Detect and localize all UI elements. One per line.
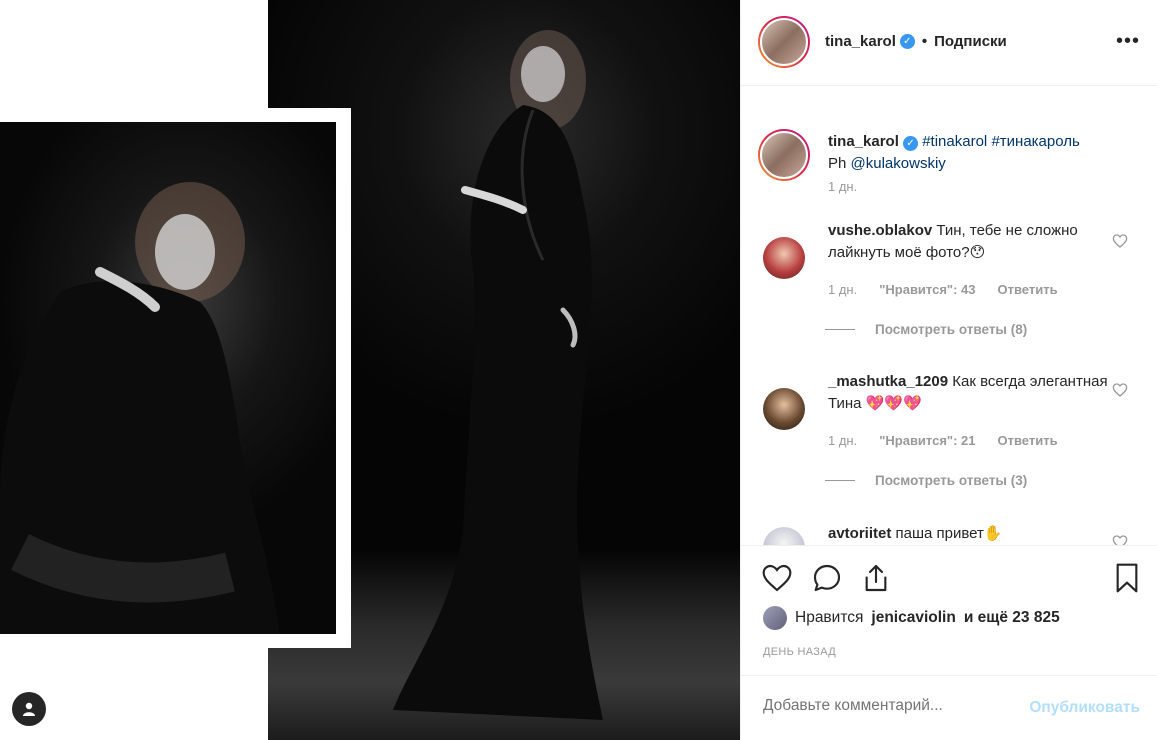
photo-figure-sitting bbox=[0, 182, 280, 634]
user-icon bbox=[23, 702, 35, 716]
liker-avatar[interactable] bbox=[763, 606, 787, 630]
add-comment-bar: Опубликовать bbox=[741, 675, 1157, 740]
comment-likes[interactable]: "Нравится": 43 bbox=[879, 282, 975, 297]
likes-count[interactable]: и ещё 23 825 bbox=[964, 609, 1060, 627]
replies-line bbox=[825, 480, 855, 481]
comment-input[interactable] bbox=[763, 697, 1013, 715]
comment-body: vushe.oblakov Тин, тебе не сложно лайкну… bbox=[828, 220, 1114, 264]
verified-icon: ✓ bbox=[903, 136, 919, 151]
following-button[interactable]: Подписки bbox=[934, 33, 1007, 50]
author-username[interactable]: tina_karol bbox=[825, 33, 896, 50]
mention-link[interactable]: @kulakowskiy bbox=[851, 155, 946, 172]
verified-icon: ✓ bbox=[899, 34, 915, 49]
caption-time[interactable]: 1 дн. bbox=[828, 179, 857, 194]
comment-likes[interactable]: "Нравится": 21 bbox=[879, 433, 975, 448]
like-comment-heart-icon[interactable] bbox=[1112, 382, 1128, 398]
comment-username[interactable]: vushe.oblakov bbox=[828, 222, 932, 239]
likes-prefix: Нравится bbox=[795, 609, 864, 626]
comment-username[interactable]: _mashutka_1209 bbox=[828, 373, 948, 390]
reply-button[interactable]: Ответить bbox=[998, 282, 1058, 297]
profile-tag-button[interactable] bbox=[12, 692, 46, 726]
caption-avatar[interactable] bbox=[758, 129, 810, 181]
like-comment-heart-icon[interactable] bbox=[1112, 534, 1128, 545]
replies-line bbox=[825, 329, 855, 330]
comment-avatar[interactable] bbox=[763, 388, 805, 430]
like-comment-heart-icon[interactable] bbox=[1112, 233, 1128, 249]
comment-avatar[interactable] bbox=[763, 237, 805, 279]
share-icon[interactable] bbox=[860, 562, 892, 594]
comment-meta: 1 дн. "Нравится": 21 Ответить bbox=[828, 433, 1058, 448]
view-replies-button[interactable]: Посмотреть ответы (8) bbox=[825, 322, 1027, 337]
post-header: tina_karol ✓ • Подписки ••• bbox=[741, 0, 1157, 86]
caption-text: tina_karol ✓ #tinakarol #тинакароль Ph @… bbox=[828, 131, 1114, 175]
caption-username[interactable]: tina_karol bbox=[828, 133, 899, 150]
author-avatar[interactable] bbox=[758, 16, 810, 68]
liker-username[interactable]: jenicaviolin bbox=[871, 609, 955, 627]
caption-ph: Ph bbox=[828, 155, 847, 172]
separator-dot: • bbox=[921, 33, 928, 50]
view-replies-label: Посмотреть ответы (8) bbox=[875, 322, 1028, 337]
post-actions: Нравится jenicaviolin и ещё 23 825 ДЕНЬ … bbox=[741, 545, 1157, 675]
more-options-icon[interactable]: ••• bbox=[1116, 30, 1140, 53]
reply-button[interactable]: Ответить bbox=[998, 433, 1058, 448]
publish-button[interactable]: Опубликовать bbox=[1029, 699, 1140, 717]
hashtag-link[interactable]: #тинакароль bbox=[991, 133, 1079, 150]
post-timestamp[interactable]: ДЕНЬ НАЗАД bbox=[763, 646, 836, 658]
comment-bubble-icon[interactable] bbox=[811, 562, 843, 594]
comment-body: avtoriitet паша привет✋ bbox=[828, 523, 1114, 545]
view-replies-button[interactable]: Посмотреть ответы (3) bbox=[825, 473, 1027, 488]
comment-time[interactable]: 1 дн. bbox=[828, 433, 857, 448]
caption-meta: 1 дн. bbox=[828, 179, 857, 194]
likes-summary: Нравится jenicaviolin и ещё 23 825 bbox=[763, 606, 1060, 630]
post-media[interactable] bbox=[0, 0, 740, 740]
comment-meta: 1 дн. "Нравится": 43 Ответить bbox=[828, 282, 1058, 297]
comment-body: _mashutka_1209 Как всегда элегантная Тин… bbox=[828, 371, 1114, 415]
bookmark-icon[interactable] bbox=[1111, 562, 1143, 594]
comment-avatar[interactable] bbox=[763, 527, 805, 545]
hashtag-link[interactable]: #tinakarol bbox=[922, 133, 987, 150]
comments-list[interactable]: tina_karol ✓ #tinakarol #тинакароль Ph @… bbox=[741, 87, 1157, 545]
view-replies-label: Посмотреть ответы (3) bbox=[875, 473, 1028, 488]
comment-time[interactable]: 1 дн. bbox=[828, 282, 857, 297]
photo-figure-standing bbox=[393, 30, 603, 720]
photo-left bbox=[0, 122, 336, 634]
like-heart-icon[interactable] bbox=[761, 562, 793, 594]
comment-username[interactable]: avtoriitet bbox=[828, 525, 891, 542]
comment-text: паша привет✋ bbox=[895, 525, 1003, 542]
header-author-line: tina_karol ✓ • Подписки bbox=[825, 33, 1007, 50]
post-side-panel: tina_karol ✓ • Подписки ••• tina_karol ✓… bbox=[740, 0, 1157, 740]
